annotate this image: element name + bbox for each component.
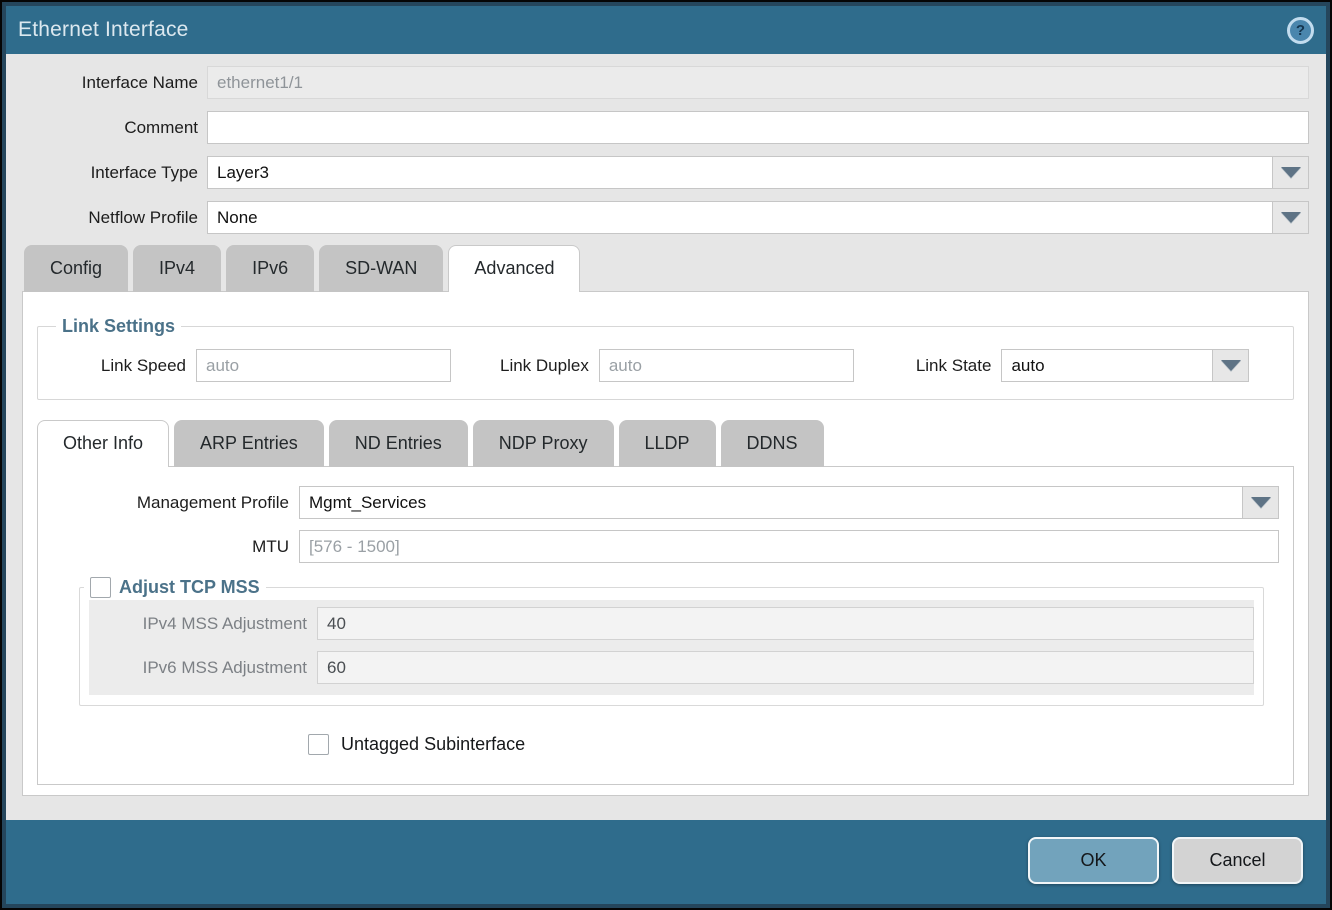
management-profile-dropdown-button[interactable] xyxy=(1243,486,1279,519)
interface-name-label: Interface Name xyxy=(22,73,207,93)
tab-lldp[interactable]: LLDP xyxy=(619,420,716,467)
netflow-profile-select[interactable] xyxy=(207,201,1273,234)
chevron-down-icon xyxy=(1251,497,1271,508)
management-profile-row: Management Profile xyxy=(52,486,1279,519)
link-state-dropdown-button[interactable] xyxy=(1213,349,1249,382)
adjust-tcp-mss-label: Adjust TCP MSS xyxy=(119,577,260,598)
comment-field[interactable] xyxy=(207,111,1309,144)
dialog-titlebar: Ethernet Interface ? xyxy=(6,6,1326,54)
comment-label: Comment xyxy=(22,118,207,138)
ethernet-interface-dialog: Ethernet Interface ? Interface Name Comm… xyxy=(2,2,1330,908)
link-speed-label: Link Speed xyxy=(86,356,196,376)
dialog-body: Interface Name Comment Interface Type xyxy=(6,54,1326,820)
tab-arp-entries[interactable]: ARP Entries xyxy=(174,420,324,467)
ipv6-mss-row: IPv6 MSS Adjustment xyxy=(89,651,1254,684)
netflow-profile-row: Netflow Profile xyxy=(22,201,1309,234)
mss-disabled-panel: IPv4 MSS Adjustment IPv6 MSS Adjustment xyxy=(89,600,1254,695)
interface-type-label: Interface Type xyxy=(22,163,207,183)
tab-sdwan[interactable]: SD-WAN xyxy=(319,245,443,292)
untagged-subinterface-row: Untagged Subinterface xyxy=(308,734,1279,755)
advanced-tab-panel: Link Settings Link Speed Link Duplex Lin… xyxy=(22,291,1309,796)
ipv4-mss-row: IPv4 MSS Adjustment xyxy=(89,607,1254,640)
link-settings-legend: Link Settings xyxy=(56,316,181,337)
link-speed-field[interactable] xyxy=(196,349,451,382)
interface-type-select[interactable] xyxy=(207,156,1273,189)
link-duplex-field[interactable] xyxy=(599,349,854,382)
adjust-tcp-mss-checkbox[interactable] xyxy=(90,577,111,598)
netflow-profile-dropdown-button[interactable] xyxy=(1273,201,1309,234)
other-info-panel: Management Profile MTU xyxy=(37,466,1294,785)
tab-ddns[interactable]: DDNS xyxy=(721,420,824,467)
inner-tab-strip: Other Info ARP Entries ND Entries NDP Pr… xyxy=(37,420,1294,467)
interface-type-dropdown-button[interactable] xyxy=(1273,156,1309,189)
adjust-tcp-mss-legend: Adjust TCP MSS xyxy=(84,577,266,598)
tab-nd-entries[interactable]: ND Entries xyxy=(329,420,468,467)
screen: Ethernet Interface ? Interface Name Comm… xyxy=(0,0,1332,910)
ok-button[interactable]: OK xyxy=(1028,837,1159,884)
interface-name-row: Interface Name xyxy=(22,66,1309,99)
tab-ipv4[interactable]: IPv4 xyxy=(133,245,221,292)
mtu-field[interactable] xyxy=(299,530,1279,563)
ipv4-mss-field xyxy=(317,607,1254,640)
tab-advanced[interactable]: Advanced xyxy=(448,245,580,292)
cancel-button[interactable]: Cancel xyxy=(1172,837,1303,884)
link-state-label: Link State xyxy=(916,356,1002,376)
link-state-select[interactable] xyxy=(1001,349,1213,382)
tab-ndp-proxy[interactable]: NDP Proxy xyxy=(473,420,614,467)
tab-other-info[interactable]: Other Info xyxy=(37,420,169,467)
ipv6-mss-label: IPv6 MSS Adjustment xyxy=(89,658,317,678)
netflow-profile-label: Netflow Profile xyxy=(22,208,207,228)
ipv6-mss-field xyxy=(317,651,1254,684)
interface-type-row: Interface Type xyxy=(22,156,1309,189)
help-icon[interactable]: ? xyxy=(1287,17,1314,44)
mtu-label: MTU xyxy=(52,537,299,557)
untagged-subinterface-checkbox[interactable] xyxy=(308,734,329,755)
interface-name-field xyxy=(207,66,1309,99)
tab-config[interactable]: Config xyxy=(24,245,128,292)
chevron-down-icon xyxy=(1221,360,1241,371)
chevron-down-icon xyxy=(1281,212,1301,223)
tab-ipv6[interactable]: IPv6 xyxy=(226,245,314,292)
ipv4-mss-label: IPv4 MSS Adjustment xyxy=(89,614,317,634)
comment-row: Comment xyxy=(22,111,1309,144)
main-tab-strip: Config IPv4 IPv6 SD-WAN Advanced xyxy=(24,245,1309,292)
link-settings-fieldset: Link Settings Link Speed Link Duplex Lin… xyxy=(37,316,1294,400)
untagged-subinterface-label: Untagged Subinterface xyxy=(341,734,525,755)
link-duplex-label: Link Duplex xyxy=(500,356,599,376)
chevron-down-icon xyxy=(1281,167,1301,178)
adjust-tcp-mss-fieldset: Adjust TCP MSS IPv4 MSS Adjustment IPv6 … xyxy=(79,577,1264,706)
management-profile-select[interactable] xyxy=(299,486,1243,519)
management-profile-label: Management Profile xyxy=(52,493,299,513)
dialog-title: Ethernet Interface xyxy=(18,18,189,42)
mtu-row: MTU xyxy=(52,530,1279,563)
dialog-footer: OK Cancel xyxy=(6,820,1326,904)
